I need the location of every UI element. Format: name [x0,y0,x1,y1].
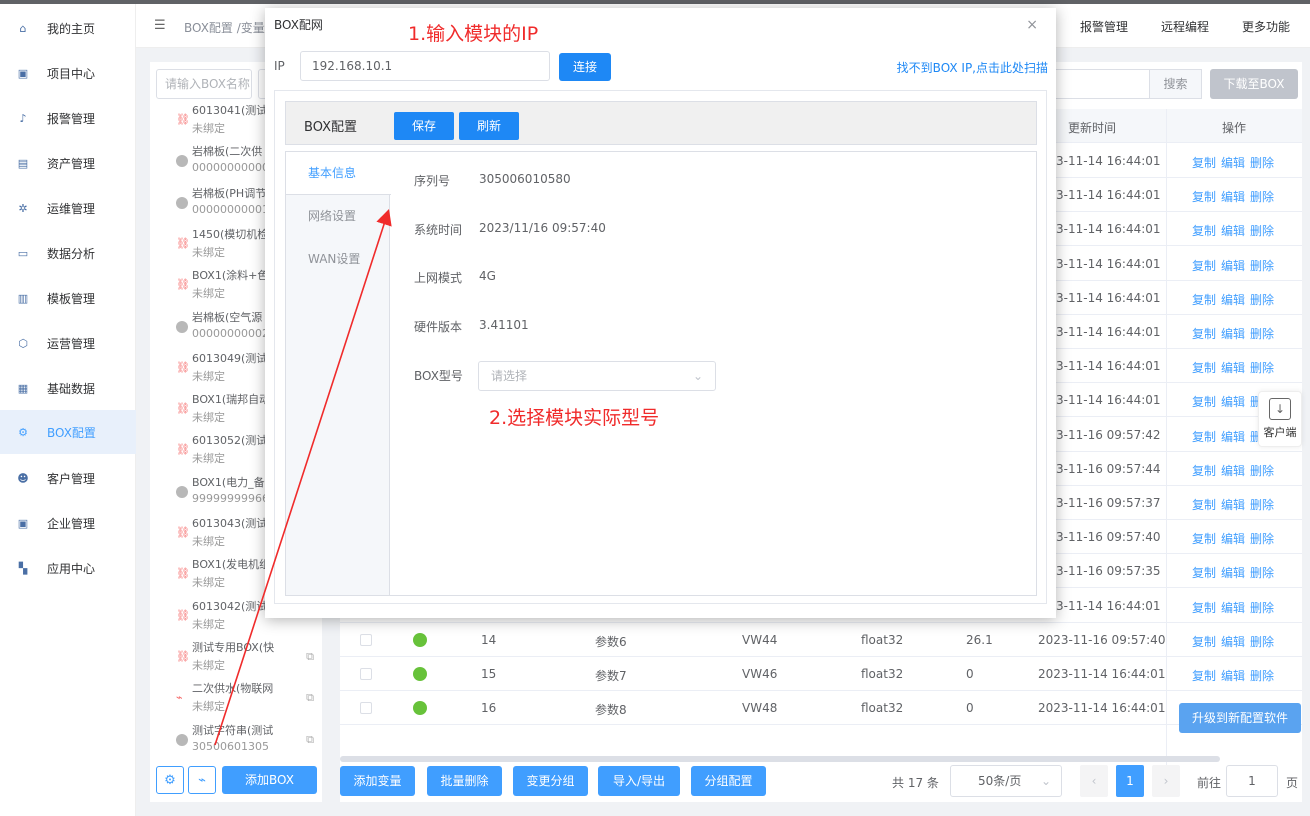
annotation-arrow [214,208,392,746]
annotation-arrow-line [214,208,392,746]
